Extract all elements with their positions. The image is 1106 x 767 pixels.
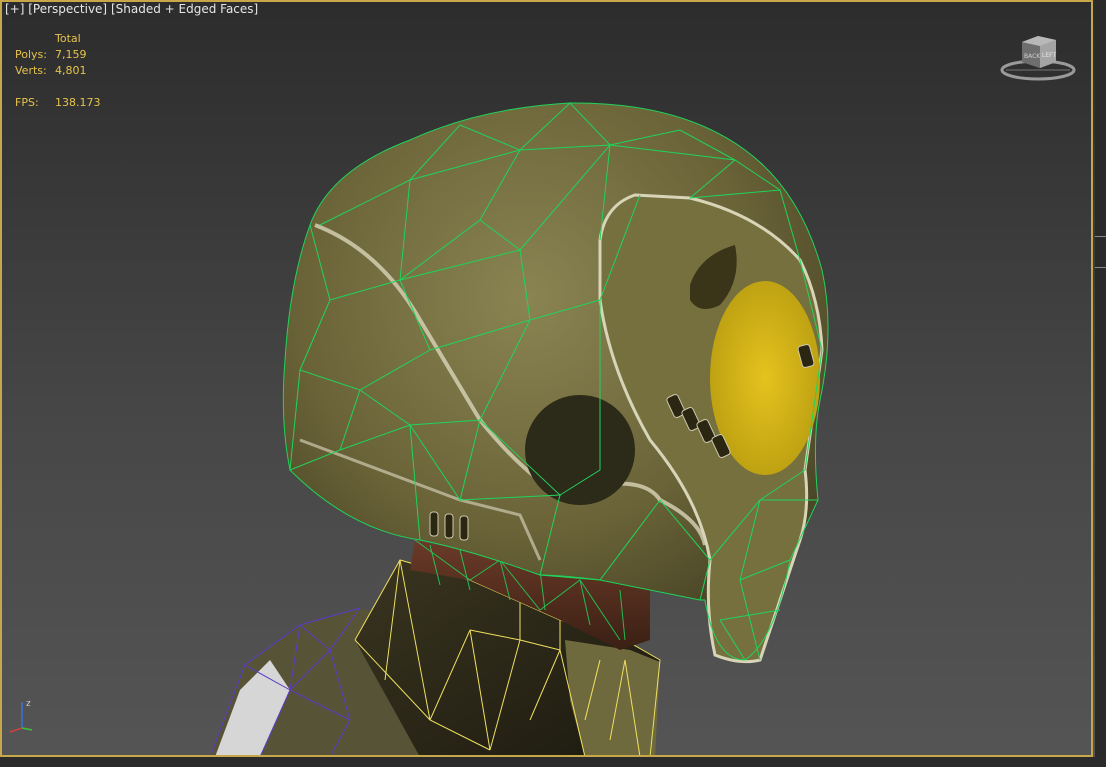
viewport-plus-menu[interactable]: [+] xyxy=(5,2,24,16)
viewport-view-menu[interactable]: [Perspective] xyxy=(28,2,107,16)
stats-verts-value: 4,801 xyxy=(55,64,87,77)
viewcube-icon[interactable]: BACK LEFT xyxy=(998,30,1078,86)
axis-tripod-icon: z xyxy=(9,699,33,733)
statistics-overlay: Total Polys: 7,159 Verts: 4,801 FPS: 138.17… xyxy=(15,31,101,111)
stats-total-header: Total xyxy=(55,32,81,45)
stats-fps-value: 138.173 xyxy=(55,96,101,109)
perspective-viewport[interactable]: [+] [Perspective] [Shaded + Edged Faces]… xyxy=(0,0,1106,767)
stats-polys-label: Polys: xyxy=(15,48,47,61)
viewport-shading-menu[interactable]: [Shaded + Edged Faces] xyxy=(111,2,258,16)
timeline-strip[interactable] xyxy=(0,757,1106,767)
right-panel-edge xyxy=(1095,0,1106,767)
stats-fps-label: FPS: xyxy=(15,96,39,109)
stats-polys-value: 7,159 xyxy=(55,48,87,61)
axis-z-label: z xyxy=(26,699,31,709)
viewport-label[interactable]: [+] [Perspective] [Shaded + Edged Faces] xyxy=(5,2,258,16)
scene-3d-render[interactable] xyxy=(0,0,1106,767)
viewcube-left-face: LEFT xyxy=(1042,52,1056,59)
viewcube-back-face: BACK xyxy=(1024,53,1041,60)
stats-verts-label: Verts: xyxy=(15,64,47,77)
